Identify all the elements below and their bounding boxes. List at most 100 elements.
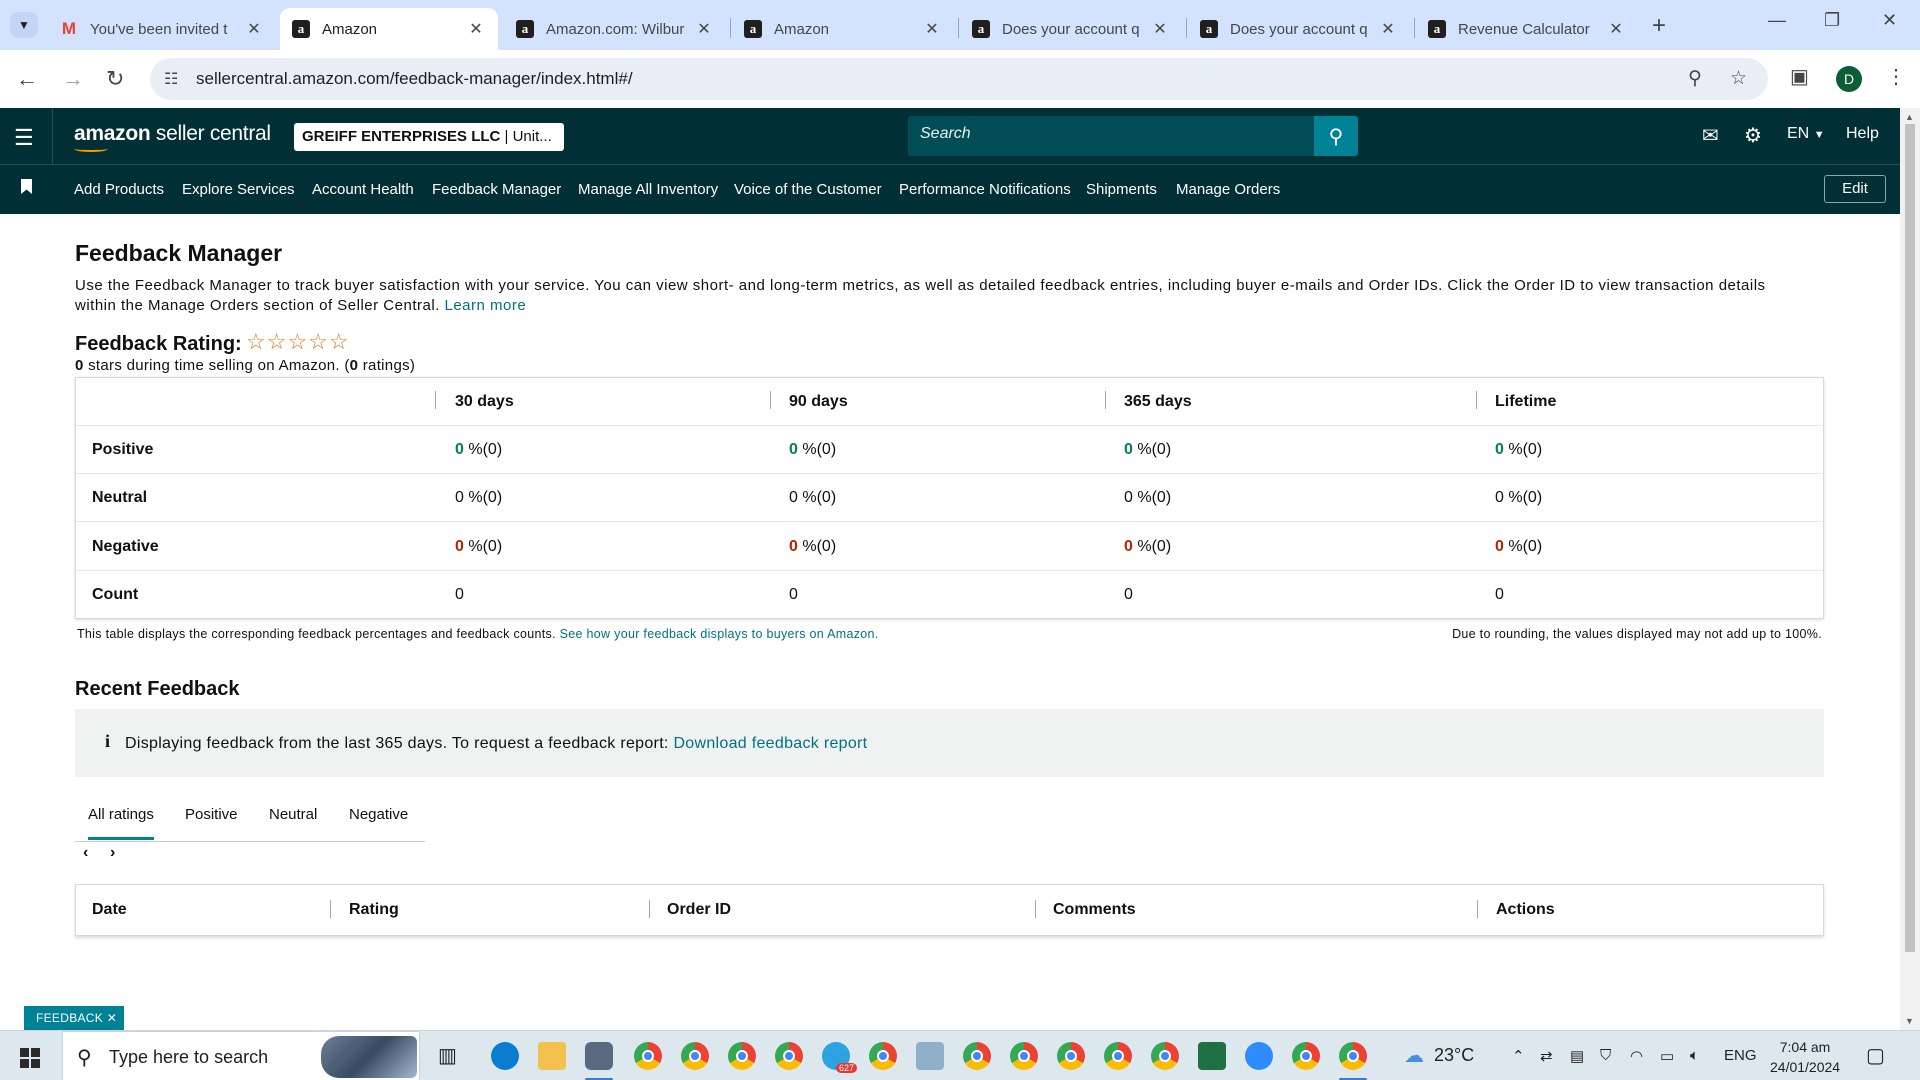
help-link[interactable]: Help: [1846, 125, 1879, 143]
search-button[interactable]: ⚲: [1314, 116, 1358, 156]
nav-voice-of-the-customer[interactable]: Voice of the Customer: [734, 181, 882, 198]
nav-feedback-manager[interactable]: Feedback Manager: [432, 181, 561, 198]
system-clock[interactable]: 7:04 am 24/01/2024: [1770, 1037, 1840, 1077]
browser-menu-icon[interactable]: ⋮: [1886, 64, 1906, 89]
bookmark-star-icon[interactable]: ☆: [1730, 67, 1747, 90]
chrome-profile-icon[interactable]: [869, 1042, 897, 1070]
notifications-icon[interactable]: ▢: [1866, 1043, 1885, 1068]
tab-positive[interactable]: Positive: [185, 806, 238, 823]
snipping-tool-icon[interactable]: [585, 1042, 613, 1070]
chrome-profile-icon[interactable]: [775, 1042, 803, 1070]
address-bar[interactable]: ☷ sellercentral.amazon.com/feedback-mana…: [150, 58, 1768, 100]
chrome-profile-icon[interactable]: [1057, 1042, 1085, 1070]
scroll-thumb[interactable]: [1905, 124, 1915, 952]
task-view-icon[interactable]: ▥: [438, 1043, 457, 1068]
column-rating[interactable]: Rating: [349, 901, 399, 919]
tab-neutral[interactable]: Neutral: [269, 806, 317, 823]
hamburger-menu-icon[interactable]: ☰: [14, 125, 34, 151]
excel-icon[interactable]: [1198, 1042, 1226, 1070]
scroll-up-icon[interactable]: ▲: [1905, 112, 1914, 122]
url-text[interactable]: sellercentral.amazon.com/feedback-manage…: [196, 69, 633, 89]
forward-arrow-icon[interactable]: →: [62, 66, 84, 92]
account-selector[interactable]: GREIFF ENTERPRISES LLC | Unit...: [294, 123, 564, 151]
close-icon[interactable]: ✕: [694, 19, 714, 39]
tab-search-icon[interactable]: ▼: [10, 12, 38, 38]
back-arrow-icon[interactable]: ←: [16, 66, 38, 92]
close-icon[interactable]: ✕: [1150, 19, 1170, 39]
language-indicator[interactable]: ENG: [1724, 1047, 1757, 1064]
feedback-widget-button[interactable]: FEEDBACK ✕: [24, 1006, 124, 1030]
defender-shield-icon[interactable]: ⛉: [1600, 1047, 1611, 1064]
volume-icon[interactable]: 🔈︎: [1690, 1047, 1699, 1064]
minimize-icon[interactable]: —: [1768, 10, 1786, 31]
notes-app-icon[interactable]: [916, 1042, 944, 1070]
temperature[interactable]: 23°C: [1434, 1045, 1474, 1066]
close-icon[interactable]: ✕: [1378, 19, 1398, 39]
browser-tab-amazon-active[interactable]: a Amazon ✕: [280, 8, 498, 50]
language-selector[interactable]: EN ▼: [1787, 125, 1825, 143]
learn-more-link[interactable]: Learn more: [445, 297, 527, 314]
bookmark-icon[interactable]: [21, 179, 32, 194]
column-comments[interactable]: Comments: [1053, 901, 1136, 919]
browser-tab-amazon[interactable]: a Amazon ✕: [732, 8, 954, 50]
nav-explore-services[interactable]: Explore Services: [182, 181, 295, 198]
close-icon[interactable]: ✕: [922, 19, 942, 39]
tab-negative[interactable]: Negative: [349, 806, 408, 823]
nav-shipments[interactable]: Shipments: [1086, 181, 1157, 198]
profile-avatar[interactable]: D: [1836, 66, 1862, 92]
edge-icon[interactable]: [491, 1042, 519, 1070]
close-icon[interactable]: ✕: [244, 19, 264, 39]
column-date[interactable]: Date: [92, 901, 127, 919]
nav-add-products[interactable]: Add Products: [74, 181, 164, 198]
chrome-profile-icon[interactable]: [1104, 1042, 1132, 1070]
chrome-profile-icon[interactable]: [1010, 1042, 1038, 1070]
scroll-down-icon[interactable]: ▼: [1905, 1016, 1914, 1026]
column-actions[interactable]: Actions: [1496, 901, 1555, 919]
seller-central-logo[interactable]: amazon seller central: [74, 122, 271, 146]
column-order-id[interactable]: Order ID: [667, 901, 731, 919]
nav-manage-all-inventory[interactable]: Manage All Inventory: [578, 181, 718, 198]
reload-icon[interactable]: ↻: [106, 66, 124, 92]
edit-nav-button[interactable]: Edit: [1824, 175, 1886, 203]
browser-tab-does-your-account-1[interactable]: a Does your account q ✕: [960, 8, 1182, 50]
restore-icon[interactable]: ❐: [1824, 10, 1840, 31]
browser-tab-revenue-calculator[interactable]: a Revenue Calculator ✕: [1416, 8, 1638, 50]
nav-manage-orders[interactable]: Manage Orders: [1176, 181, 1280, 198]
chrome-profile-icon[interactable]: [681, 1042, 709, 1070]
side-panel-icon[interactable]: ▣: [1790, 64, 1809, 89]
tab-all-ratings[interactable]: All ratings: [88, 806, 154, 840]
download-feedback-report-link[interactable]: Download feedback report: [673, 735, 867, 752]
chrome-profile-icon[interactable]: [1151, 1042, 1179, 1070]
page-scrollbar[interactable]: ▲ ▼: [1900, 108, 1920, 1030]
weather-icon[interactable]: ☁: [1404, 1043, 1424, 1068]
chrome-icon[interactable]: [1292, 1042, 1320, 1070]
feedback-display-link[interactable]: See how your feedback displays to buyers…: [560, 627, 879, 641]
chrome-profile-icon[interactable]: [728, 1042, 756, 1070]
tray-app-icon[interactable]: ▤: [1570, 1047, 1584, 1065]
previous-page-icon[interactable]: ‹: [83, 844, 88, 862]
chrome-profile-icon[interactable]: [634, 1042, 662, 1070]
show-hidden-icons-icon[interactable]: ⌃: [1512, 1047, 1525, 1065]
mail-icon[interactable]: ✉: [1702, 123, 1719, 148]
windows-start-icon[interactable]: [20, 1048, 40, 1068]
nav-account-health[interactable]: Account Health: [312, 181, 414, 198]
chrome-profile-icon[interactable]: [1339, 1042, 1367, 1070]
close-icon[interactable]: ✕: [107, 1011, 117, 1025]
chrome-profile-icon[interactable]: [963, 1042, 991, 1070]
zoom-icon[interactable]: ⚲: [1688, 67, 1702, 90]
nav-performance-notifications[interactable]: Performance Notifications: [899, 181, 1071, 198]
close-icon[interactable]: ✕: [1606, 19, 1626, 39]
browser-tab-amazon-wilbur[interactable]: a Amazon.com: Wilbur ✕: [504, 8, 726, 50]
network-sync-icon[interactable]: ⇄: [1540, 1047, 1553, 1065]
close-icon[interactable]: ✕: [466, 19, 486, 39]
window-close-icon[interactable]: ✕: [1882, 10, 1897, 31]
wifi-icon[interactable]: ◠: [1630, 1047, 1643, 1065]
new-tab-icon[interactable]: +: [1652, 12, 1666, 40]
settings-gear-icon[interactable]: ⚙: [1744, 123, 1762, 148]
file-explorer-icon[interactable]: [538, 1042, 566, 1070]
battery-icon[interactable]: ▭: [1660, 1047, 1674, 1065]
taskbar-search[interactable]: ⚲ Type here to search: [62, 1031, 420, 1080]
site-info-icon[interactable]: ☷: [164, 69, 178, 89]
next-page-icon[interactable]: ›: [110, 844, 115, 862]
browser-tab-does-your-account-2[interactable]: a Does your account q ✕: [1188, 8, 1410, 50]
